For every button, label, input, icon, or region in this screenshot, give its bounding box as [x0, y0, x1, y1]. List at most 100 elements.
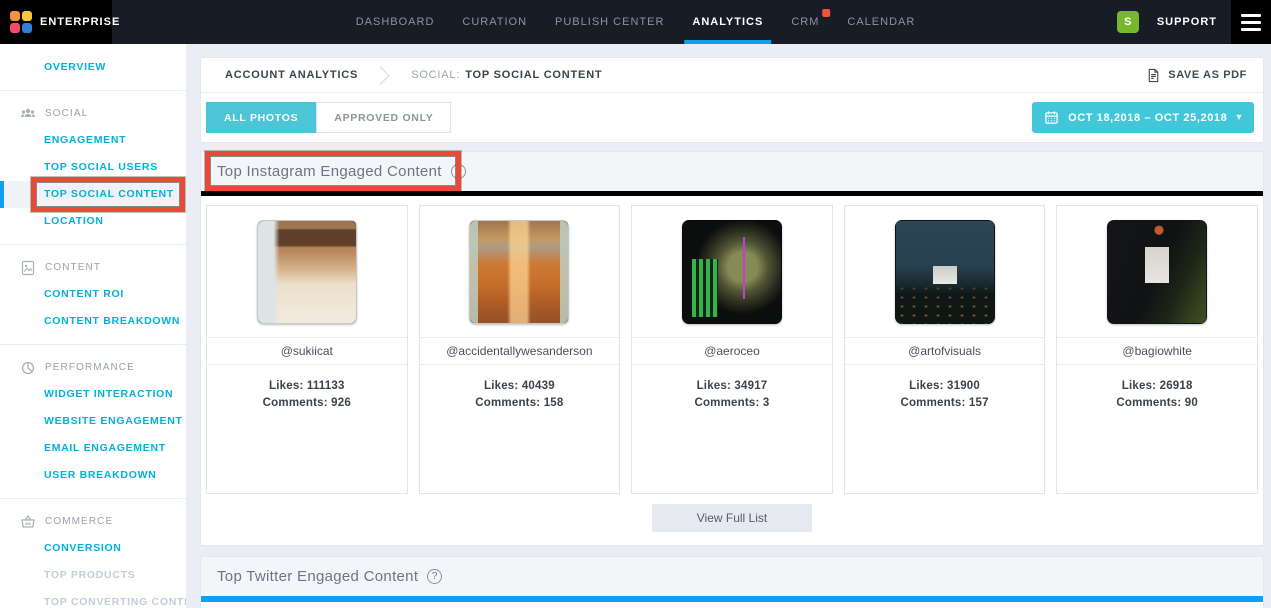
photo-filter-tabs: ALL PHOTOS APPROVED ONLY [206, 102, 451, 133]
post-thumbnail[interactable] [469, 220, 569, 324]
user-avatar-badge[interactable]: S [1117, 11, 1139, 33]
post-thumbnail[interactable] [895, 220, 995, 324]
notification-dot [822, 9, 830, 17]
divider [0, 244, 186, 245]
section-label: PERFORMANCE [45, 362, 135, 373]
twitter-section: Top Twitter Engaged Content ? [200, 556, 1264, 608]
likes-stat: Likes: 111133 [207, 378, 407, 395]
thumbnail-area [845, 206, 1045, 337]
nav-dashboard[interactable]: DASHBOARD [356, 0, 435, 44]
sidebar-item-website-engagement[interactable]: WEBSITE ENGAGEMENT [0, 408, 186, 435]
hamburger-icon [1241, 14, 1261, 31]
support-link[interactable]: SUPPORT [1157, 16, 1217, 28]
thumbnail-area [207, 206, 407, 337]
brand-logo[interactable]: ENTERPRISE [0, 0, 112, 44]
thumbnail-area [1057, 206, 1257, 337]
content-card: @bagiowhite Likes: 26918 Comments: 90 [1056, 205, 1258, 494]
help-icon[interactable]: ? [451, 164, 466, 179]
enterprise-logo-icon [10, 11, 32, 34]
toolbar-panel: ACCOUNT ANALYTICS SOCIAL: TOP SOCIAL CON… [200, 57, 1264, 143]
comments-stat: Comments: 90 [1057, 395, 1257, 412]
save-as-pdf-button[interactable]: SAVE AS PDF [1146, 68, 1247, 83]
content-cards-row: @sukiicat Likes: 111133 Comments: 926 @a… [201, 196, 1263, 494]
sidebar-item-top-converting-content: TOP CONVERTING CONTENT [0, 589, 186, 608]
comments-stat: Comments: 157 [845, 395, 1045, 412]
section-label: COMMERCE [45, 516, 113, 527]
twitter-section-header: Top Twitter Engaged Content ? [201, 557, 1263, 596]
post-stats: Likes: 31900 Comments: 157 [845, 365, 1045, 412]
people-icon [20, 106, 36, 122]
likes-stat: Likes: 34917 [632, 378, 832, 395]
brand-name: ENTERPRISE [40, 16, 120, 28]
post-stats: Likes: 34917 Comments: 3 [632, 365, 832, 412]
date-range-label: OCT 18,2018 – OCT 25,2018 [1068, 112, 1227, 124]
save-as-pdf-label: SAVE AS PDF [1168, 69, 1247, 81]
sidebar-item-email-engagement[interactable]: EMAIL ENGAGEMENT [0, 435, 186, 462]
basket-icon [20, 514, 36, 530]
post-username: @accidentallywesanderson [420, 337, 620, 365]
twitter-section-title: Top Twitter Engaged Content ? [217, 568, 442, 585]
sidebar-item-top-products: TOP PRODUCTS [0, 562, 186, 589]
comments-stat: Comments: 158 [420, 395, 620, 412]
nav-curation[interactable]: CURATION [462, 0, 527, 44]
post-stats: Likes: 111133 Comments: 926 [207, 365, 407, 412]
nav-label: ANALYTICS [692, 16, 763, 28]
nav-publish-center[interactable]: PUBLISH CENTER [555, 0, 664, 44]
menu-button[interactable] [1231, 0, 1271, 44]
sidebar-section-social: SOCIAL [0, 100, 186, 127]
post-username: @sukiicat [207, 337, 407, 365]
likes-stat: Likes: 31900 [845, 378, 1045, 395]
thumbnail-area [420, 206, 620, 337]
sidebar-item-location[interactable]: LOCATION [0, 208, 186, 235]
sidebar: OVERVIEW SOCIAL ENGAGEMENT TOP SOCIAL US… [0, 44, 186, 608]
comments-stat: Comments: 926 [207, 395, 407, 412]
breadcrumb-current: TOP SOCIAL CONTENT [465, 69, 602, 81]
image-file-icon [20, 260, 36, 276]
breadcrumb: ACCOUNT ANALYTICS SOCIAL: TOP SOCIAL CON… [201, 58, 1263, 93]
comments-stat: Comments: 3 [632, 395, 832, 412]
nav-label: CALENDAR [847, 16, 915, 28]
divider [0, 344, 186, 345]
sidebar-item-engagement[interactable]: ENGAGEMENT [0, 127, 186, 154]
nav-calendar[interactable]: CALENDAR [847, 0, 915, 44]
post-stats: Likes: 26918 Comments: 90 [1057, 365, 1257, 412]
sidebar-item-content-breakdown[interactable]: CONTENT BREAKDOWN [0, 308, 186, 335]
divider [0, 90, 186, 91]
filter-row: ALL PHOTOS APPROVED ONLY OCT 18,2018 – O… [201, 93, 1263, 142]
sidebar-item-content-roi[interactable]: CONTENT ROI [0, 281, 186, 308]
instagram-section: Top Instagram Engaged Content ? @sukiica… [200, 151, 1264, 546]
sidebar-item-top-social-content[interactable]: TOP SOCIAL CONTENT [0, 181, 186, 208]
post-username: @artofvisuals [845, 337, 1045, 365]
sidebar-item-user-breakdown[interactable]: USER BREAKDOWN [0, 462, 186, 489]
topbar-right: S SUPPORT [1117, 0, 1271, 44]
main-content: ACCOUNT ANALYTICS SOCIAL: TOP SOCIAL CON… [186, 44, 1271, 608]
date-range-picker[interactable]: OCT 18,2018 – OCT 25,2018 ▾ [1032, 102, 1254, 133]
nav-analytics[interactable]: ANALYTICS [692, 0, 763, 44]
nav-crm[interactable]: CRM [791, 0, 819, 44]
breadcrumb-account-analytics[interactable]: ACCOUNT ANALYTICS [225, 69, 358, 81]
divider [0, 498, 186, 499]
post-thumbnail[interactable] [257, 220, 357, 324]
post-username: @aeroceo [632, 337, 832, 365]
section-title-text: Top Twitter Engaged Content [217, 568, 418, 585]
sidebar-item-widget-interaction[interactable]: WIDGET INTERACTION [0, 381, 186, 408]
post-thumbnail[interactable] [1107, 220, 1207, 324]
tab-all-photos[interactable]: ALL PHOTOS [206, 102, 316, 133]
post-thumbnail[interactable] [682, 220, 782, 324]
twitter-section-body [201, 602, 1263, 608]
help-icon[interactable]: ? [427, 569, 442, 584]
sidebar-item-conversion[interactable]: CONVERSION [0, 535, 186, 562]
breadcrumb-section-prefix: SOCIAL: [411, 69, 460, 81]
likes-stat: Likes: 26918 [1057, 378, 1257, 395]
sidebar-item-top-social-users[interactable]: TOP SOCIAL USERS [0, 154, 186, 181]
sidebar-item-overview[interactable]: OVERVIEW [0, 54, 186, 81]
section-title-text: Top Instagram Engaged Content [217, 163, 442, 180]
chevron-down-icon: ▾ [1236, 113, 1242, 123]
likes-stat: Likes: 40439 [420, 378, 620, 395]
nav-label: CRM [791, 16, 819, 28]
sidebar-section-content: CONTENT [0, 254, 186, 281]
view-full-list-row: View Full List [201, 494, 1263, 545]
nav-label: PUBLISH CENTER [555, 16, 664, 28]
view-full-list-button[interactable]: View Full List [652, 504, 812, 532]
tab-approved-only[interactable]: APPROVED ONLY [316, 102, 451, 133]
